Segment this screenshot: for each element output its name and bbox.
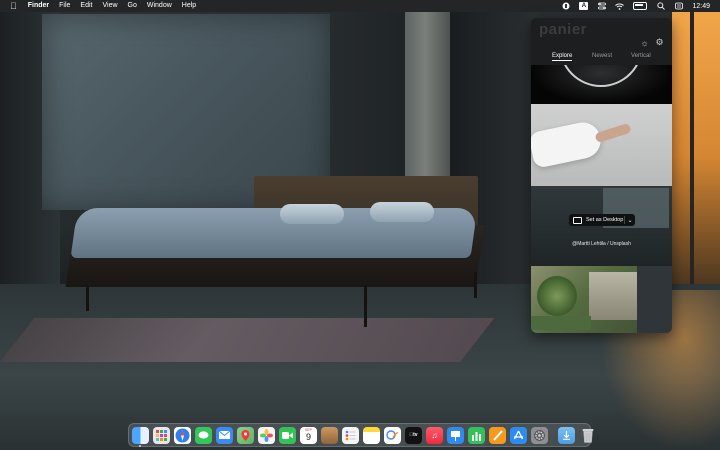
dock: SEP 9 tv ♫: [128, 423, 593, 447]
menu-window[interactable]: Window: [142, 0, 177, 12]
pages-icon[interactable]: [489, 426, 506, 444]
notes-icon[interactable]: [363, 426, 380, 444]
wallpaper-window-frame: [690, 12, 694, 302]
wallpaper-pillow: [280, 204, 344, 224]
gear-icon[interactable]: ⚙: [655, 37, 664, 47]
facetime-icon[interactable]: [279, 426, 296, 444]
keynote-icon[interactable]: [447, 426, 464, 444]
apple-menu-icon[interactable]: : [0, 0, 23, 12]
safari-icon[interactable]: [174, 426, 191, 444]
menu-view[interactable]: View: [97, 0, 122, 12]
brightness-icon[interactable]: ☼: [640, 38, 649, 48]
menu-bar:  Finder File Edit View Go Window Help A…: [0, 0, 720, 12]
menu-go[interactable]: Go: [123, 0, 142, 12]
panier-status-icon[interactable]: [561, 2, 570, 10]
set-as-desktop-button[interactable]: Set as Desktop ⌄: [569, 214, 635, 226]
numbers-icon[interactable]: [468, 426, 485, 444]
panier-tabs: Explore Newest Vertical: [531, 53, 672, 63]
menu-bar-status-area: A 12:49: [561, 0, 710, 12]
menu-help[interactable]: Help: [177, 0, 201, 12]
mail-icon[interactable]: [216, 426, 233, 444]
panier-header: panier ☼ ⚙ Explore Newest Vertical: [531, 18, 672, 64]
menu-file[interactable]: File: [54, 0, 75, 12]
running-indicator: [139, 444, 141, 447]
app-menu-finder[interactable]: Finder: [23, 0, 54, 12]
control-center-icon[interactable]: [597, 2, 606, 10]
wallpaper-thumbnail-hovered[interactable]: Set as Desktop ⌄ @Martti Lehtila / Unspl…: [531, 186, 672, 266]
wallpaper-bed-leg: [474, 272, 477, 298]
wallpaper-bed-leg: [364, 285, 367, 327]
wallpaper-rug: [0, 318, 495, 362]
thumbnail-room: [589, 272, 639, 320]
thumbnail-sofa: [531, 316, 591, 330]
wallpaper-pillow: [370, 202, 434, 222]
finder-icon[interactable]: [132, 426, 149, 447]
thumbnail-lamp-ring: [559, 65, 643, 87]
panier-popover: panier ☼ ⚙ Explore Newest Vertical Set a…: [531, 18, 672, 333]
wallpaper-thumbnail[interactable]: [531, 65, 672, 104]
tab-vertical[interactable]: Vertical: [631, 53, 651, 59]
active-tab-indicator: [552, 60, 572, 61]
notes-brown-icon[interactable]: [321, 426, 338, 444]
system-settings-icon[interactable]: [531, 426, 548, 444]
downloads-folder-icon[interactable]: [558, 426, 575, 444]
app-store-icon[interactable]: [510, 426, 527, 444]
launchpad-icon[interactable]: [153, 426, 170, 444]
photos-icon[interactable]: [258, 426, 275, 444]
chevron-down-icon[interactable]: ⌄: [625, 217, 635, 224]
wallpaper-bed-leg: [86, 285, 89, 311]
messages-icon[interactable]: [195, 426, 212, 444]
menu-edit[interactable]: Edit: [75, 0, 97, 12]
menu-bar-clock[interactable]: 12:49: [692, 3, 710, 10]
tab-newest[interactable]: Newest: [592, 53, 612, 59]
panier-logo: panier: [539, 21, 588, 38]
thumbnail-hand: [594, 122, 632, 144]
thumbnail-plant: [537, 276, 577, 316]
battery-icon[interactable]: [633, 2, 648, 10]
calendar-day: 9: [305, 431, 311, 442]
photo-credit[interactable]: @Martti Lehtila / Unsplash: [531, 241, 672, 247]
input-source-badge[interactable]: A: [579, 2, 589, 10]
wallpaper-thumbnail[interactable]: [531, 104, 672, 186]
reminders-icon[interactable]: [342, 426, 359, 444]
music-icon[interactable]: ♫: [426, 426, 443, 444]
freeform-icon[interactable]: [384, 426, 401, 444]
calendar-icon[interactable]: SEP 9: [300, 426, 317, 444]
maps-icon[interactable]: [237, 426, 254, 444]
apple-tv-icon[interactable]: tv: [405, 426, 422, 444]
wallpaper-window: [672, 12, 720, 302]
wifi-icon[interactable]: [615, 2, 625, 10]
thumbnail-dark-wall: [637, 266, 672, 333]
search-icon[interactable]: [656, 2, 665, 10]
set-as-desktop-label: Set as Desktop: [586, 217, 624, 223]
wallpaper-thumbnail[interactable]: [531, 266, 672, 333]
siri-icon[interactable]: [674, 2, 683, 10]
tab-explore[interactable]: Explore: [552, 53, 572, 59]
monitor-icon: [573, 216, 582, 224]
trash-icon[interactable]: [579, 427, 596, 444]
thumbnail-white-sleeve: [531, 119, 604, 169]
